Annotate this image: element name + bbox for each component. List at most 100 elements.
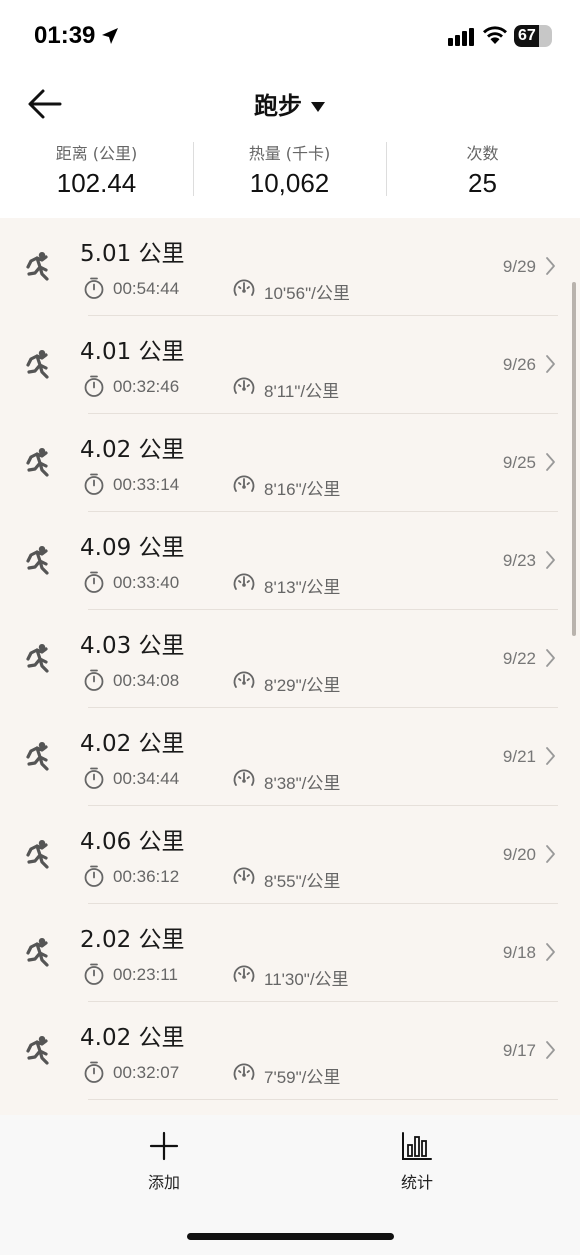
run-distance: 4.02 公里 <box>80 437 185 463</box>
chevron-right-icon <box>546 1041 555 1059</box>
run-pace: 8'11"/公里 <box>264 382 340 401</box>
run-list-item[interactable]: 4.01 公里 00:32:46 8'11"/公里 9/26 <box>0 316 580 414</box>
add-button[interactable]: 添加 <box>124 1131 204 1193</box>
run-distance: 4.01 公里 <box>80 339 185 365</box>
run-duration: 00:36:12 <box>113 867 180 886</box>
running-person-icon <box>26 1036 49 1065</box>
run-duration: 00:54:44 <box>113 279 180 298</box>
running-person-icon <box>26 840 49 869</box>
run-date: 9/29 <box>502 257 536 276</box>
location-arrow-icon <box>102 28 118 44</box>
stopwatch-icon <box>84 669 104 691</box>
status-bar: 01:39 67 <box>0 0 580 72</box>
run-duration: 00:34:08 <box>113 671 180 690</box>
scrollbar[interactable] <box>572 282 576 636</box>
run-pace: 8'38"/公里 <box>264 774 341 793</box>
speedometer-icon <box>233 573 255 590</box>
chevron-right-icon <box>546 747 555 765</box>
run-date: 9/25 <box>502 453 536 472</box>
run-duration: 00:33:40 <box>113 573 180 592</box>
run-pace: 11'30"/公里 <box>264 970 349 989</box>
summary-count-value: 25 <box>468 168 497 198</box>
battery-indicator: 67 <box>514 25 552 47</box>
run-date: 9/18 <box>502 943 536 962</box>
nav-bar: 跑步 <box>0 72 580 134</box>
run-list-item[interactable]: 4.06 公里 00:36:12 8'55"/公里 9/20 <box>0 806 580 904</box>
stopwatch-icon <box>84 1061 104 1083</box>
running-person-icon <box>26 742 49 771</box>
home-indicator[interactable] <box>187 1233 394 1240</box>
stopwatch-icon <box>84 767 104 789</box>
speedometer-icon <box>233 1063 255 1080</box>
activity-type-selector[interactable]: 跑步 <box>0 86 580 121</box>
summary-calories: 热量 (千卡) 10,062 <box>193 140 386 199</box>
running-person-icon <box>26 546 49 575</box>
chevron-right-icon <box>546 355 555 373</box>
stopwatch-icon <box>84 473 104 495</box>
running-person-icon <box>26 448 49 477</box>
run-pace: 10'56"/公里 <box>264 284 350 303</box>
speedometer-icon <box>233 769 255 786</box>
row-divider <box>88 1099 558 1100</box>
run-distance: 4.06 公里 <box>80 829 185 855</box>
run-distance: 2.02 公里 <box>80 927 185 953</box>
run-distance: 4.02 公里 <box>80 731 185 757</box>
running-person-icon <box>26 350 49 379</box>
run-pace: 8'16"/公里 <box>264 480 341 499</box>
run-pace: 7'59"/公里 <box>264 1068 341 1087</box>
run-list-item[interactable]: 4.09 公里 00:33:40 8'13"/公里 9/23 <box>0 512 580 610</box>
run-distance: 5.01 公里 <box>80 241 185 267</box>
speedometer-icon <box>233 279 255 296</box>
run-list-item[interactable]: 4.03 公里 00:34:08 8'29"/公里 9/22 <box>0 610 580 708</box>
run-date: 9/23 <box>502 551 536 570</box>
summary-panel: 距离 (公里) 102.44 热量 (千卡) 10,062 次数 25 <box>0 134 580 218</box>
run-date: 9/17 <box>502 1041 536 1060</box>
plus-icon <box>149 1131 179 1161</box>
wifi-icon <box>483 26 507 44</box>
summary-distance-value: 102.44 <box>56 168 137 198</box>
run-distance: 4.02 公里 <box>80 1025 185 1051</box>
run-list-item[interactable]: 4.02 公里 00:33:14 8'16"/公里 9/25 <box>0 414 580 512</box>
run-pace: 8'13"/公里 <box>264 578 341 597</box>
speedometer-icon <box>233 965 255 982</box>
speedometer-icon <box>233 377 255 394</box>
run-list-item[interactable]: 4.02 公里 00:32:07 7'59"/公里 9/17 <box>0 1002 580 1100</box>
stopwatch-icon <box>84 571 104 593</box>
run-duration: 00:33:14 <box>113 475 180 494</box>
running-person-icon <box>26 644 49 673</box>
run-list-item[interactable]: 5.01 公里 00:54:44 10'56"/公里 9/29 <box>0 218 580 316</box>
summary-count-label: 次数 <box>466 144 499 163</box>
run-list[interactable]: 5.01 公里 00:54:44 10'56"/公里 9/29 4.01 公里 00:32… <box>0 218 580 1115</box>
chevron-right-icon <box>546 845 555 863</box>
run-date: 9/22 <box>502 649 536 668</box>
chevron-right-icon <box>546 943 555 961</box>
bar-chart-icon <box>402 1132 432 1160</box>
summary-distance-label: 距离 (公里) <box>55 144 138 163</box>
run-date: 9/26 <box>502 355 536 374</box>
speedometer-icon <box>233 867 255 884</box>
stats-label: 统计 <box>400 1173 433 1192</box>
run-list-item[interactable]: 4.02 公里 00:34:44 8'38"/公里 9/21 <box>0 708 580 806</box>
chevron-right-icon <box>546 257 555 275</box>
stats-button[interactable]: 统计 <box>377 1131 457 1193</box>
running-person-icon <box>26 938 49 967</box>
page-title: 跑步 <box>254 92 302 120</box>
stopwatch-icon <box>84 865 104 887</box>
run-duration: 00:34:44 <box>113 769 180 788</box>
run-duration: 00:23:11 <box>113 965 178 984</box>
battery-percent: 67 <box>518 27 536 44</box>
run-duration: 00:32:07 <box>113 1063 180 1082</box>
run-distance: 4.09 公里 <box>80 535 185 561</box>
summary-calories-value: 10,062 <box>249 168 330 198</box>
chevron-right-icon <box>546 649 555 667</box>
run-list-item[interactable]: 2.02 公里 00:23:11 11'30"/公里 9/18 <box>0 904 580 1002</box>
run-duration: 00:32:46 <box>113 377 180 396</box>
status-time: 01:39 <box>34 22 96 49</box>
stopwatch-icon <box>84 277 104 299</box>
stopwatch-icon <box>84 963 104 985</box>
speedometer-icon <box>233 475 255 492</box>
chevron-right-icon <box>546 551 555 569</box>
chevron-right-icon <box>546 453 555 471</box>
run-pace: 8'29"/公里 <box>264 676 341 695</box>
run-pace: 8'55"/公里 <box>264 872 341 891</box>
